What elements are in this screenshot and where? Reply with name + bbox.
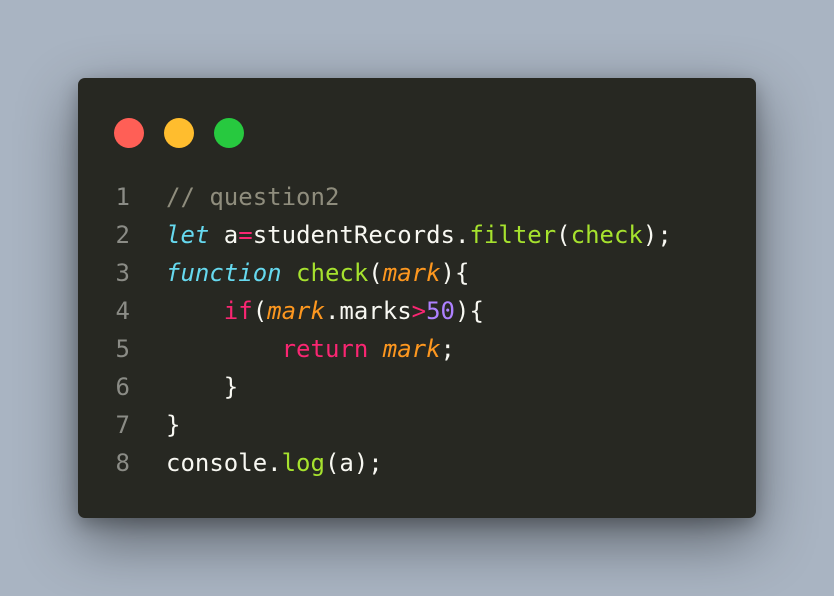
code-token-parameter: mark	[382, 335, 441, 363]
code-token-plain: studentRecords.	[252, 221, 470, 249]
code-token-plain: .marks	[324, 297, 412, 325]
line-number: 6	[115, 373, 130, 401]
code-token-plain: }	[166, 373, 239, 401]
code-token-keyword-control: if	[223, 297, 253, 325]
code-token-parameter: mark	[382, 259, 441, 287]
close-dot-icon[interactable]	[114, 118, 144, 148]
line-number: 3	[115, 259, 130, 287]
code-token-plain: (	[556, 221, 571, 249]
code-token-plain: (a);	[324, 449, 383, 477]
code-line: 8 console.log(a);	[78, 444, 672, 482]
code-line: 2 let a=studentRecords.filter(check);	[78, 216, 672, 254]
code-token-keyword-control: return	[281, 335, 369, 363]
code-token-operator: =	[238, 221, 253, 249]
code-token-number: 50	[426, 297, 456, 325]
code-token-function-name: filter	[469, 221, 557, 249]
code-token-plain: console.	[166, 449, 282, 477]
maximize-dot-icon[interactable]	[214, 118, 244, 148]
code-token-function-name: check	[570, 221, 643, 249]
code-token-function-name: log	[281, 449, 325, 477]
code-line: 4 if(mark.marks>50){	[78, 292, 672, 330]
code-token-plain: ){	[440, 259, 470, 287]
code-line: 1 // question2	[78, 178, 672, 216]
line-number: 5	[115, 335, 130, 363]
line-number: 2	[115, 221, 130, 249]
line-number: 4	[115, 297, 130, 325]
code-line: 3 function check(mark){	[78, 254, 672, 292]
code-window: 1 // question2 2 let a=studentRecords.filte…	[78, 78, 756, 518]
code-token-comment: // question2	[166, 183, 340, 211]
minimize-dot-icon[interactable]	[164, 118, 194, 148]
code-line: 6 }	[78, 368, 672, 406]
code-token-keyword-storage: function	[166, 259, 282, 287]
code-token-plain: (	[368, 259, 383, 287]
code-token-plain: ;	[440, 335, 455, 363]
code-token-keyword-storage: let	[166, 221, 210, 249]
line-number: 7	[115, 411, 130, 439]
code-token-plain: );	[642, 221, 672, 249]
code-block: 1 // question2 2 let a=studentRecords.filte…	[78, 178, 672, 482]
code-token-plain: }	[166, 411, 181, 439]
code-line: 5 return mark;	[78, 330, 672, 368]
code-token-function-name: check	[296, 259, 369, 287]
code-line: 7}	[78, 406, 672, 444]
line-number: 8	[115, 449, 130, 477]
code-token-operator: >	[411, 297, 427, 325]
code-token-plain: (	[252, 297, 268, 325]
line-number: 1	[115, 183, 130, 211]
code-token-parameter: mark	[267, 297, 325, 325]
code-token-plain: a	[209, 221, 239, 249]
code-token-plain: ){	[455, 297, 484, 325]
